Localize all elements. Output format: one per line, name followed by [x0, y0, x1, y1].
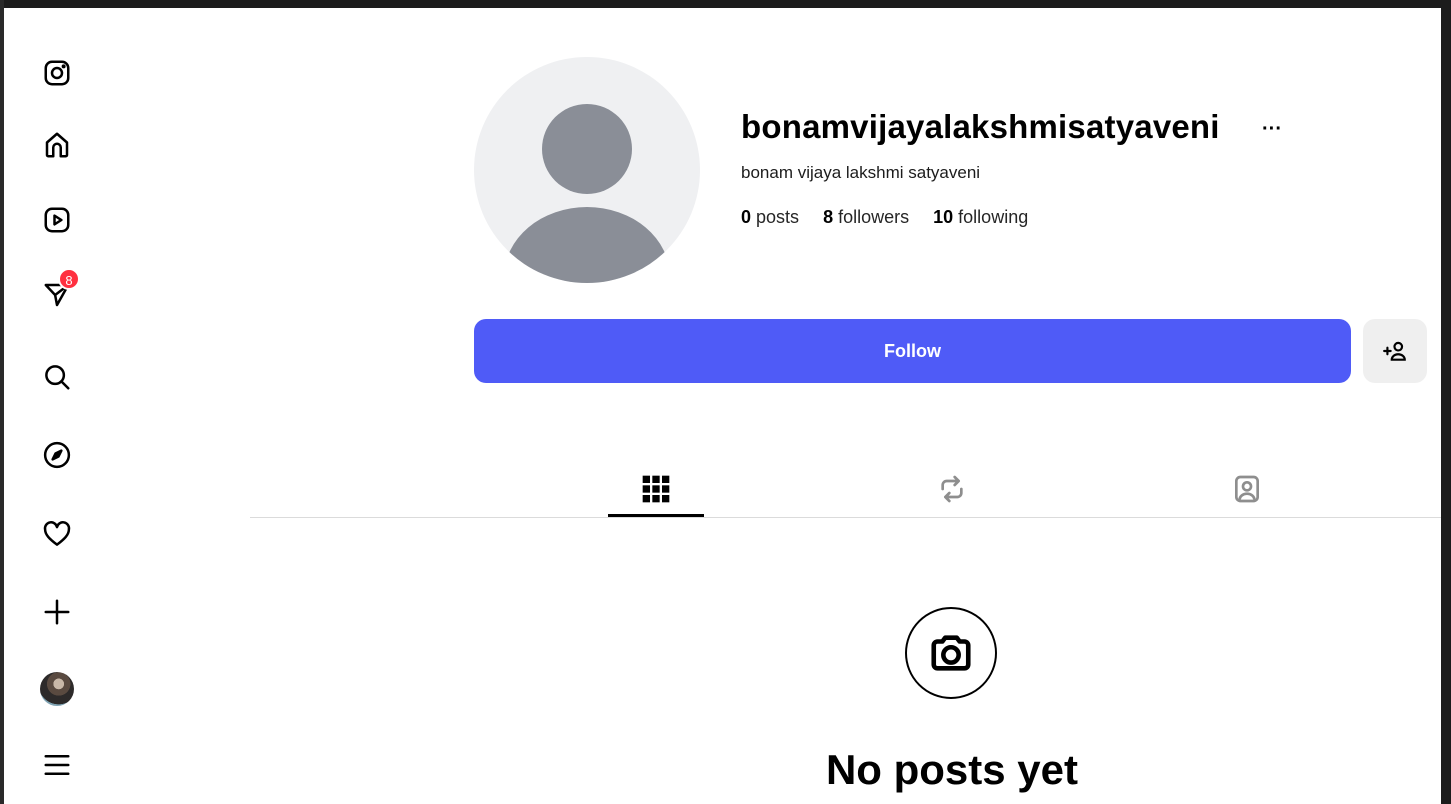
- window-frame-top: [0, 0, 1451, 8]
- posts-label: posts: [756, 207, 800, 227]
- posts-grid-icon: [642, 475, 670, 503]
- notifications-heart-icon[interactable]: [38, 515, 76, 553]
- empty-state-title: No posts yet: [825, 746, 1079, 793]
- reposts-icon: [941, 475, 963, 503]
- posts-stat: 0 posts: [741, 207, 799, 228]
- explore-icon[interactable]: [38, 436, 76, 474]
- profile-stats: 0 posts 8 followers 10 following: [741, 207, 1028, 228]
- more-options-button[interactable]: ···: [1262, 118, 1282, 141]
- profile-username: bonamvijayalakshmisatyaveni: [741, 108, 1220, 145]
- search-icon[interactable]: [38, 358, 76, 396]
- add-person-icon: [1383, 341, 1406, 361]
- avatar-body-shape: [504, 207, 670, 283]
- avatar-head-shape: [542, 104, 632, 194]
- reels-icon[interactable]: [38, 201, 76, 239]
- tab-reposts[interactable]: [904, 460, 1000, 518]
- sidebar: 8: [4, 8, 109, 804]
- following-stat[interactable]: 10 following: [933, 207, 1028, 228]
- tab-posts[interactable]: [608, 460, 704, 518]
- follow-button[interactable]: Follow: [474, 319, 1351, 383]
- profile-picture[interactable]: [474, 57, 700, 283]
- window-frame-right: [1441, 0, 1451, 804]
- avatar: [40, 672, 74, 706]
- camera-icon: [931, 635, 971, 671]
- instagram-logo-icon[interactable]: [38, 54, 76, 92]
- tagged-icon: [1235, 475, 1259, 503]
- more-menu-icon[interactable]: [38, 746, 76, 784]
- message-count-badge: 8: [58, 268, 80, 290]
- followers-stat[interactable]: 8 followers: [823, 207, 909, 228]
- following-count: 10: [933, 207, 954, 227]
- home-icon[interactable]: [38, 126, 76, 164]
- posts-count: 0: [741, 207, 752, 227]
- profile-avatar[interactable]: [38, 670, 76, 708]
- tabs-divider: [250, 517, 1441, 518]
- messages-icon[interactable]: 8: [38, 268, 80, 314]
- empty-state-camera: [905, 607, 997, 699]
- followers-count: 8: [823, 207, 834, 227]
- create-plus-icon[interactable]: [38, 593, 76, 631]
- suggested-accounts-button[interactable]: [1363, 319, 1427, 383]
- profile-full-name: bonam vijaya lakshmi satyaveni: [741, 163, 981, 182]
- tab-tagged[interactable]: [1199, 460, 1295, 518]
- followers-label: followers: [838, 207, 910, 227]
- following-label: following: [958, 207, 1029, 227]
